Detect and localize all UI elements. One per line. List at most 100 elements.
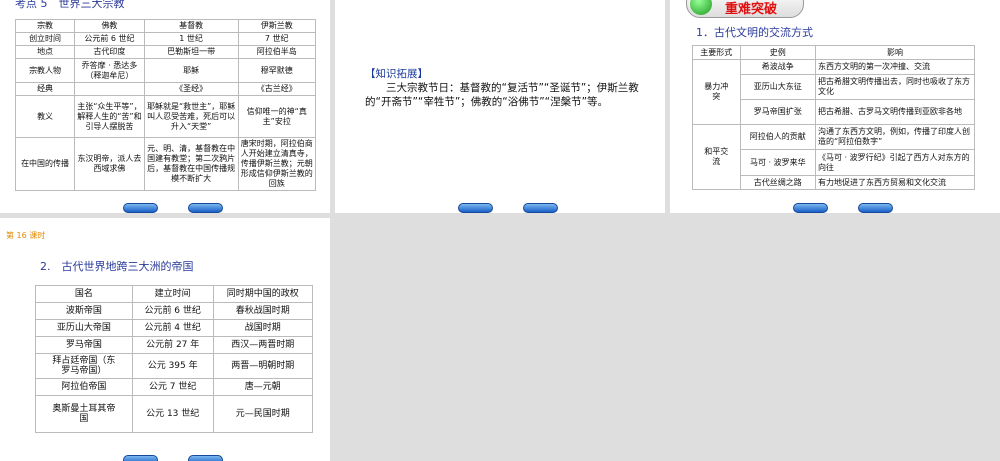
- table-row: 宗教 佛教 基督教 伊斯兰教: [14, 19, 316, 33]
- next-button[interactable]: [188, 203, 223, 213]
- table-cell: 战国时期: [212, 319, 314, 337]
- prev-button[interactable]: [793, 203, 828, 213]
- table-cell: 亚历山大东征: [739, 74, 816, 100]
- table-row: 和平交流 阿拉伯人的贡献 沟通了东西方文明，例如，传播了印度人创造的“阿拉伯数字”: [692, 124, 976, 190]
- section-badge: 重难突破: [686, 0, 804, 18]
- table-cell: 地点: [14, 45, 76, 59]
- table-cell: 公元 13 世纪: [131, 395, 214, 433]
- table-cell: 创立时间: [14, 32, 76, 46]
- table-cell: 巴勒斯坦一带: [143, 45, 239, 59]
- badge-label: 重难突破: [725, 2, 778, 17]
- table-row: 罗马帝国 公元前 27 年西汉—两晋时期: [35, 336, 314, 354]
- table-row: 阿拉伯帝国 公元 7 世纪 唐—元朝: [35, 378, 314, 396]
- table-row: 国名 建立时间 同时期中国的政权: [35, 285, 314, 303]
- table-cell: 拜占廷帝国（东罗马帝国）: [35, 353, 133, 379]
- slide-title: 考点 5 世界三大宗教: [15, 0, 125, 10]
- slide-title: 1．古代文明的交流方式: [696, 26, 813, 39]
- table-cell: 同时期中国的政权: [212, 285, 314, 303]
- knowledge-text: 【知识拓展】 三大宗教节日：基督教的“复活节”“圣诞节”；伊斯兰教的“开斋节”“…: [365, 67, 640, 109]
- table-cell: 耶稣: [143, 58, 239, 83]
- slide-1[interactable]: 考点 5 世界三大宗教 宗教 佛教 基督教 伊斯兰教 创立时间 公元前 6 世纪 1 世纪 7…: [0, 0, 330, 213]
- table-cell: 《马可 · 波罗行纪》引起了西方人对东方的向往: [814, 149, 976, 176]
- prev-button[interactable]: [123, 203, 158, 213]
- exchange-table: 主要形式 史例 影响 暴力冲突 希波战争 东西方文明的第一次冲撞、交流 亚历山大东征 把古希腊…: [692, 45, 976, 190]
- table-cell: 罗马帝国: [35, 336, 133, 354]
- table-cell: 古代丝绸之路: [739, 175, 816, 190]
- table-cell: 罗马帝国扩张: [739, 99, 816, 125]
- table-cell: 暴力冲突: [692, 59, 741, 125]
- next-button[interactable]: [523, 203, 558, 213]
- table-cell: 阿拉伯人的贡献: [739, 124, 816, 150]
- table-cell: 古代印度: [74, 45, 145, 59]
- table-cell: 元、明、清，基督教在中国建有教堂；第二次鸦片后，基督教在中国传播规模不断扩大: [143, 137, 239, 191]
- table-header-row: 主要形式 史例 影响: [692, 45, 976, 60]
- table-cell: 经典: [14, 82, 76, 96]
- table-cell: 东西方文明的第一次冲撞、交流: [814, 59, 976, 75]
- table-cell: 公元 7 世纪: [131, 378, 214, 396]
- table-cell: 佛教: [74, 19, 145, 33]
- table-cell: 希波战争: [739, 59, 816, 75]
- table-row: 暴力冲突 希波战争 东西方文明的第一次冲撞、交流: [692, 59, 976, 125]
- table-cell: 把古希腊、古罗马文明传播到亚欧非各地: [814, 99, 976, 125]
- religions-table: 宗教 佛教 基督教 伊斯兰教 创立时间 公元前 6 世纪 1 世纪 7 世纪 地点 古代印度 巴勒斯…: [14, 19, 316, 191]
- table-cell: 穆罕默德: [237, 58, 316, 83]
- slide-2[interactable]: 【知识拓展】 三大宗教节日：基督教的“复活节”“圣诞节”；伊斯兰教的“开斋节”“…: [335, 0, 665, 213]
- table-row: 波斯帝国 公元前 6 世纪 春秋战国时期: [35, 302, 314, 320]
- empires-table: 国名 建立时间 同时期中国的政权 波斯帝国 公元前 6 世纪 春秋战国时期 亚历山大帝国 公元…: [35, 285, 314, 433]
- table-cell: 公元前 6 世纪: [74, 32, 145, 46]
- table-cell: 两晋—明朝时期: [212, 353, 314, 379]
- table-cell: 7 世纪: [237, 32, 316, 46]
- table-cell: 乔答摩 · 悉达多（释迦牟尼）: [74, 58, 145, 83]
- table-cell: 公元前 27 年: [131, 336, 214, 354]
- table-cell: 公元前 6 世纪: [131, 302, 214, 320]
- table-row: 在中国的传播 东汉明帝，派人去西域求佛 元、明、清，基督教在中国建有教堂；第二次鸦片…: [14, 137, 316, 191]
- table-cell: 教义: [14, 95, 76, 138]
- table-cell: 公元前 4 世纪: [131, 319, 214, 337]
- table-cell: 主要形式: [692, 45, 741, 60]
- knowledge-heading: 【知识拓展】: [365, 68, 428, 80]
- prev-button[interactable]: [123, 455, 158, 461]
- slide-title: 2. 古代世界地跨三大洲的帝国: [40, 260, 194, 273]
- table-cell: 在中国的传播: [14, 137, 76, 191]
- table-cell: 波斯帝国: [35, 302, 133, 320]
- table-cell: 《古兰经》: [237, 82, 316, 96]
- table-row: 地点 古代印度 巴勒斯坦一带 阿拉伯半岛: [14, 45, 316, 59]
- table-cell: 建立时间: [131, 285, 214, 303]
- table-row: 拜占廷帝国（东罗马帝国） 公元 395 年两晋—明朝时期: [35, 353, 314, 379]
- slide-4[interactable]: 第 16 课时 2. 古代世界地跨三大洲的帝国 国名 建立时间 同时期中国的政权 波斯…: [0, 218, 330, 461]
- slide-3[interactable]: 重难突破 1．古代文明的交流方式 主要形式 史例 影响 暴力冲突 希波战争 东西方文明的第…: [670, 0, 1000, 213]
- table-cell: 伊斯兰教: [237, 19, 316, 33]
- table-cell: 公元 395 年: [131, 353, 214, 379]
- table-row: 奥斯曼土耳其帝国 公元 13 世纪 元—民国时期: [35, 395, 314, 433]
- table-cell: [74, 82, 145, 96]
- knowledge-body: 三大宗教节日：基督教的“复活节”“圣诞节”；伊斯兰教的“开斋节”“宰牲节”；佛教…: [365, 82, 639, 108]
- badge-dot-icon: [690, 0, 712, 15]
- table-cell: 和平交流: [692, 124, 741, 190]
- table-cell: 马可 · 波罗来华: [739, 149, 816, 176]
- table-row: 经典 《圣经》 《古兰经》: [14, 82, 316, 96]
- table-row: 亚历山大帝国 公元前 4 世纪 战国时期: [35, 319, 314, 337]
- table-cell: 基督教: [143, 19, 239, 33]
- table-cell: 元—民国时期: [212, 395, 314, 433]
- table-cell: 沟通了东西方文明，例如，传播了印度人创造的“阿拉伯数字”: [814, 124, 976, 150]
- next-button[interactable]: [858, 203, 893, 213]
- table-cell: 阿拉伯半岛: [237, 45, 316, 59]
- table-cell: 主张“众生平等”，解释人生的“苦”和引导人摆脱苦: [74, 95, 145, 138]
- table-cell: 唐—元朝: [212, 378, 314, 396]
- table-cell: 亚历山大帝国: [35, 319, 133, 337]
- next-button[interactable]: [188, 455, 223, 461]
- table-row: 宗教人物 乔答摩 · 悉达多（释迦牟尼） 耶稣 穆罕默德: [14, 58, 316, 83]
- table-cell: 耶稣就是“救世主”，耶稣叫人忍受苦难，死后可以升入“天堂”: [143, 95, 239, 138]
- table-cell: 东汉明帝，派人去西域求佛: [74, 137, 145, 191]
- table-cell: 唐宋时期，阿拉伯商人开始建立清真寺，传播伊斯兰教；元朝形成信仰伊斯兰教的回族: [237, 137, 316, 191]
- table-cell: 信仰唯一的神“真主”安拉: [237, 95, 316, 138]
- table-cell: 国名: [35, 285, 133, 303]
- table-cell: 《圣经》: [143, 82, 239, 96]
- table-cell: 影响: [814, 45, 976, 60]
- table-cell: 宗教: [14, 19, 76, 33]
- table-cell: 西汉—两晋时期: [212, 336, 314, 354]
- table-row: 创立时间 公元前 6 世纪 1 世纪 7 世纪: [14, 32, 316, 46]
- lesson-label: 第 16 课时: [6, 231, 46, 240]
- prev-button[interactable]: [458, 203, 493, 213]
- table-cell: 春秋战国时期: [212, 302, 314, 320]
